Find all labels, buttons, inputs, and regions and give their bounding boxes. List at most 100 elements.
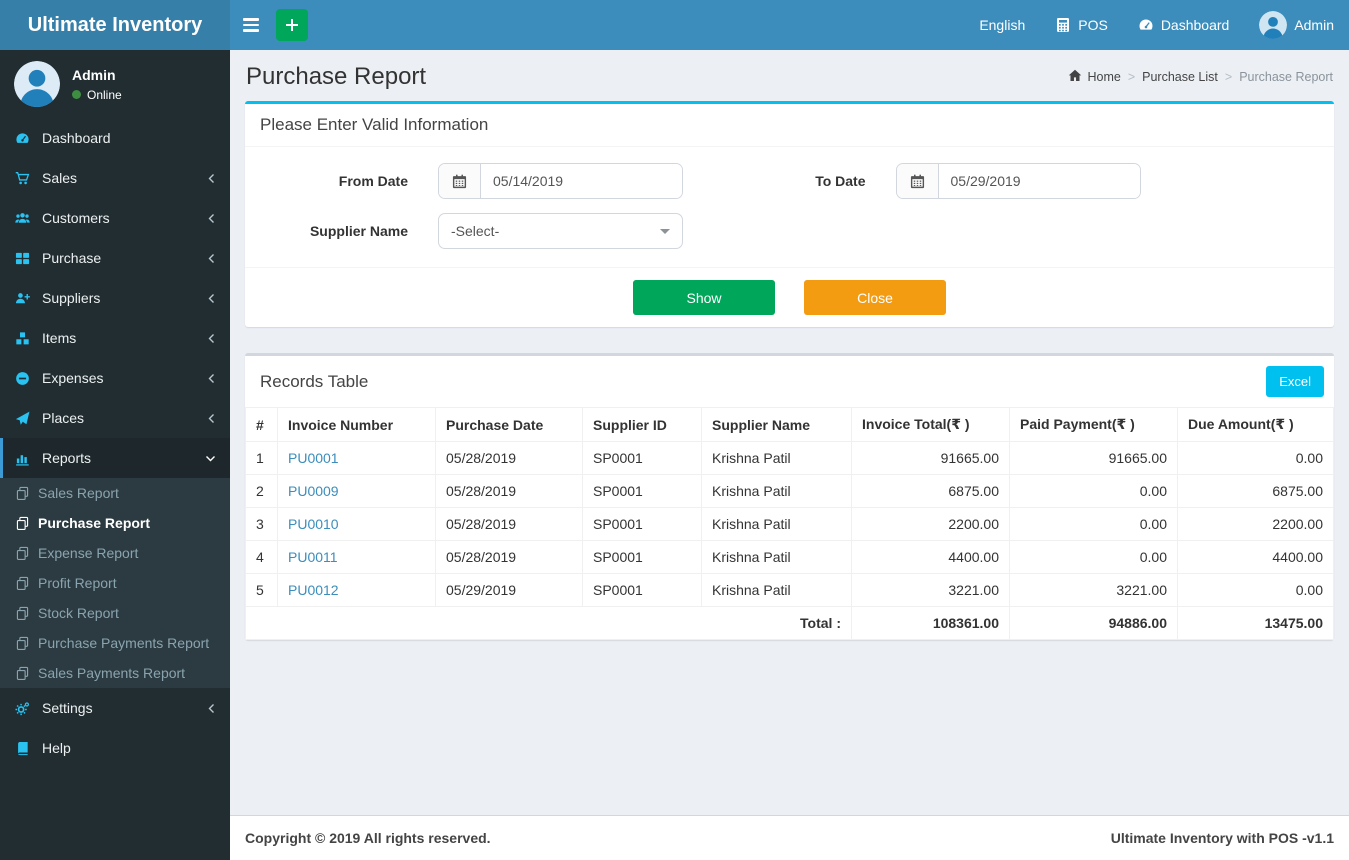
table-cell: Krishna Patil [701,507,852,541]
table-row: 1 PU0001 05/28/2019 SP0001 Krishna Patil 9166… [245,441,1334,475]
sidebar-subitem-sales-payments-report[interactable]: Sales Payments Report [0,658,230,688]
calculator-icon [1055,17,1071,33]
app-logo[interactable]: Ultimate Inventory [0,0,230,50]
supplier-select[interactable]: -Select- [438,213,683,249]
sidebar-item-places[interactable]: Places [0,398,230,438]
home-icon [1068,69,1082,85]
total-row: Total : 108361.00 94886.00 13475.00 [245,606,1334,640]
nav-pos[interactable]: POS [1040,0,1123,50]
copy-icon [15,666,30,681]
chevron-left-icon [207,213,216,224]
table-cell: PU0010 [277,507,436,541]
to-date-label: To Date [815,173,866,189]
total-label: Total : [245,606,852,640]
col-invoice-number: Invoice Number [277,407,436,442]
filter-panel: Please Enter Valid Information From Date [245,101,1334,327]
sidebar-item-settings[interactable]: Settings [0,688,230,728]
table-cell: 3221.00 [851,573,1010,607]
table-cell: Krishna Patil [701,474,852,508]
table-row: 4 PU0011 05/28/2019 SP0001 Krishna Patil 4400… [245,540,1334,574]
page-footer: Copyright © 2019 All rights reserved. Ul… [230,815,1349,860]
show-button[interactable]: Show [633,280,775,315]
invoice-link[interactable]: PU0001 [288,450,339,466]
users-icon [15,211,30,226]
chevron-left-icon [207,253,216,264]
from-date-input[interactable] [481,164,682,198]
copy-icon [15,486,30,501]
table-cell: Krishna Patil [701,441,852,475]
sidebar-item-purchase[interactable]: Purchase [0,238,230,278]
to-date-input[interactable] [938,164,1140,198]
page-title: Purchase Report [246,63,427,90]
table-cell: 05/28/2019 [435,507,583,541]
excel-export-button[interactable]: Excel [1266,366,1324,397]
caret-down-icon [660,228,670,234]
sidebar-user-status[interactable]: Online [72,88,122,102]
table-cell: SP0001 [582,474,702,508]
sidebar-item-dashboard[interactable]: Dashboard [0,118,230,158]
nav-pos-label: POS [1078,17,1108,33]
invoice-link[interactable]: PU0011 [288,549,338,565]
col-supplier-name: Supplier Name [701,407,852,442]
table-cell: 3221.00 [1009,573,1178,607]
table-cell: 0.00 [1009,540,1178,574]
sidebar-toggle-button[interactable] [230,0,272,50]
total-invoice: 108361.00 [851,606,1010,640]
col-invoice-total: Invoice Total(₹ ) [851,407,1010,442]
sidebar-subitem-label: Sales Payments Report [38,665,186,681]
calendar-icon[interactable] [439,164,481,198]
table-cell: 0.00 [1009,474,1178,508]
calendar-icon[interactable] [896,164,939,198]
table-cell: 4400.00 [851,540,1010,574]
copy-icon [15,546,30,561]
table-cell: 05/28/2019 [435,441,583,475]
navbar: English POS Dashboard Admin [230,0,1349,50]
user-avatar [1259,11,1288,39]
navbar-right: English POS Dashboard Admin [964,0,1349,50]
sidebar-menu: Dashboard Sales Customers Purchase Suppl… [0,118,230,768]
chevron-left-icon [207,413,216,424]
nav-language-label: English [979,17,1026,33]
user-plus-icon [15,291,30,306]
invoice-link[interactable]: PU0010 [288,516,339,532]
minus-circle-icon [15,371,30,386]
nav-language[interactable]: English [964,0,1040,50]
table-row: 3 PU0010 05/28/2019 SP0001 Krishna Patil 2200… [245,507,1334,541]
col-due-amount: Due Amount(₹ ) [1177,407,1334,442]
sidebar-item-sales[interactable]: Sales [0,158,230,198]
table-cell: SP0001 [582,507,702,541]
nav-user-menu[interactable]: Admin [1244,0,1349,50]
quick-add-button[interactable] [276,9,308,41]
table-cell: 91665.00 [851,441,1010,475]
breadcrumb-purchase-list[interactable]: Purchase List [1142,70,1218,84]
sidebar-item-items[interactable]: Items [0,318,230,358]
sidebar-user-name: Admin [72,66,116,83]
sidebar-subitem-purchase-payments-report[interactable]: Purchase Payments Report [0,628,230,658]
chevron-down-icon [205,454,216,463]
sidebar-item-reports[interactable]: Reports [0,438,230,478]
sidebar-subitem-sales-report[interactable]: Sales Report [0,478,230,508]
book-icon [15,741,30,756]
sidebar-subitem-purchase-report[interactable]: Purchase Report [0,508,230,538]
sidebar-subitem-expense-report[interactable]: Expense Report [0,538,230,568]
reports-submenu: Sales Report Purchase Report Expense Repor… [0,478,230,688]
invoice-link[interactable]: PU0009 [288,483,339,499]
table-row: 5 PU0012 05/29/2019 SP0001 Krishna Patil 3221… [245,573,1334,607]
sidebar-item-expenses[interactable]: Expenses [0,358,230,398]
sidebar-item-help[interactable]: Help [0,728,230,768]
sidebar-subitem-label: Expense Report [38,545,139,561]
close-button[interactable]: Close [804,280,946,315]
sidebar-item-suppliers[interactable]: Suppliers [0,278,230,318]
sidebar-item-customers[interactable]: Customers [0,198,230,238]
table-cell: 0.00 [1177,441,1334,475]
top-bar: Ultimate Inventory English POS Dashboard… [0,0,1349,50]
hamburger-icon [243,18,259,32]
cart-icon [15,171,30,186]
chevron-left-icon [207,173,216,184]
breadcrumb-home[interactable]: Home [1068,69,1121,85]
sidebar-subitem-stock-report[interactable]: Stock Report [0,598,230,628]
th-large-icon [15,251,30,266]
sidebar-subitem-profit-report[interactable]: Profit Report [0,568,230,598]
nav-dashboard[interactable]: Dashboard [1123,0,1245,50]
invoice-link[interactable]: PU0012 [288,582,339,598]
